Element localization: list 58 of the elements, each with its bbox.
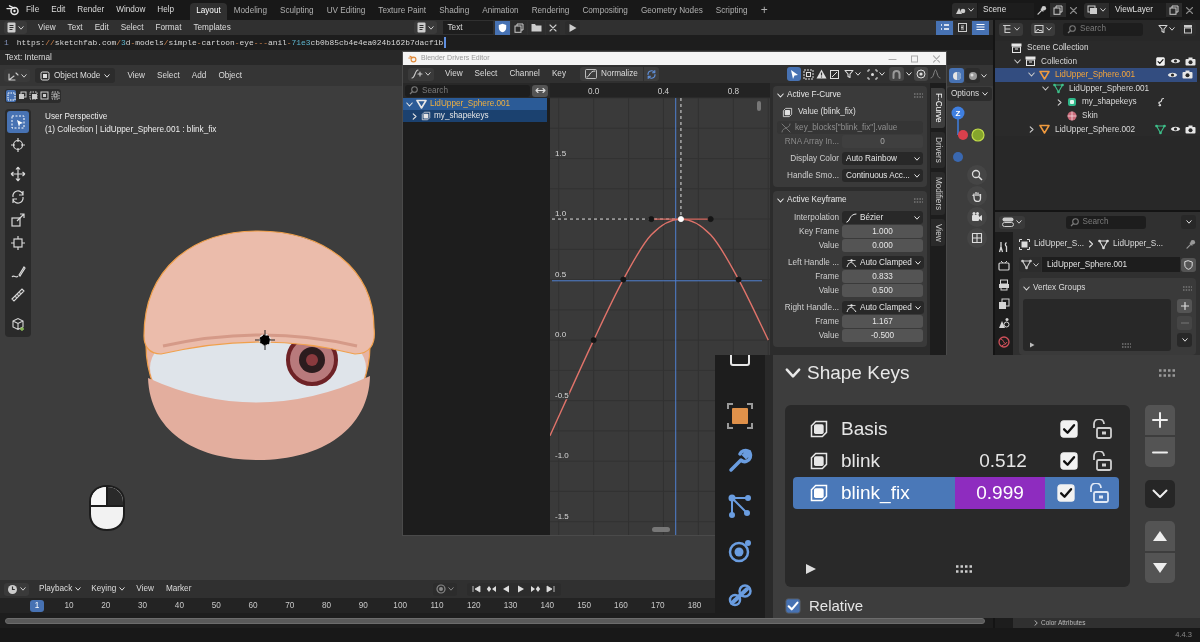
- field-label: Frame: [814, 271, 839, 282]
- frame-number: 40: [174, 600, 184, 611]
- axis-tick-label: 1.0: [555, 209, 567, 219]
- frame-number: 90: [358, 600, 368, 611]
- channel-name: LidUpper_Sphere.001: [430, 99, 511, 109]
- axis-tick-label: 0.4: [657, 87, 670, 96]
- outliner-item-name: my_shapekeys: [1082, 97, 1137, 107]
- outliner-item-name: LidUpper_Sphere.002: [1055, 124, 1136, 135]
- field-label: Value: [817, 330, 839, 341]
- checkbox-label: Relative: [809, 597, 864, 615]
- shape-key-name: Basis: [841, 418, 889, 440]
- channel-name: Value (blink_fix): [798, 107, 856, 117]
- field-label: Right Handle...: [783, 302, 839, 313]
- field-label: Left Handle ...: [787, 257, 839, 268]
- frame-number: 130: [503, 600, 518, 611]
- frame-number: 160: [614, 600, 628, 611]
- channel-name: my_shapekeys: [434, 111, 489, 121]
- axis-tick-label: 1.5: [555, 148, 567, 158]
- field-label: RNA Array In...: [783, 136, 839, 147]
- outliner-item-name: LidUpper_Sphere.001: [1055, 70, 1136, 80]
- field-label: Frame: [814, 316, 839, 327]
- frame-number: 70: [285, 600, 295, 611]
- frame-number: 170: [650, 600, 665, 611]
- field-label: Key Frame: [797, 226, 839, 237]
- axis-tick-label: 0.5: [555, 269, 567, 279]
- outliner-item-name: Scene Collection: [1027, 43, 1089, 53]
- frame-number: 20: [101, 600, 111, 611]
- field-label: Handle Smo...: [786, 170, 839, 181]
- field-label: Interpolation: [792, 212, 839, 223]
- frame-number: 150: [577, 600, 591, 611]
- outliner-item-name: Skin: [1082, 111, 1098, 121]
- frame-number: 110: [430, 600, 444, 611]
- footer-text: Text: Internal: [5, 52, 52, 63]
- field-label: Display Color: [789, 153, 839, 164]
- view-name: User Perspective: [45, 111, 109, 123]
- frame-number: 100: [393, 600, 407, 611]
- field-label: Value: [817, 240, 839, 251]
- frame-number: 180: [687, 600, 702, 611]
- breadcrumb-item: LidUpper_S...: [1034, 239, 1085, 249]
- frame-number: 30: [138, 600, 148, 611]
- frame-number: 140: [540, 600, 555, 611]
- shape-key-name: blink_fix: [841, 482, 911, 504]
- frame-number: 10: [64, 600, 74, 611]
- breadcrumb-item: LidUpper_S...: [1113, 239, 1164, 249]
- frame-number: 50: [211, 600, 221, 611]
- frame-number: 80: [322, 600, 332, 611]
- frame-number: 60: [248, 600, 258, 611]
- outliner-item-name: Collection: [1041, 56, 1077, 67]
- view-info: (1) Collection | LidUpper_Sphere.001 : blink_fix: [45, 124, 217, 136]
- outliner-item-name: LidUpper_Sphere.001: [1069, 83, 1150, 94]
- shape-key-name: blink: [841, 450, 882, 472]
- field-label: Value: [817, 285, 839, 296]
- axis-tick-label: -1.0: [555, 451, 569, 461]
- axis-tick-label: -1.5: [555, 511, 569, 521]
- axis-tick-label: 0.8: [727, 87, 740, 96]
- axis-tick-label: 0.0: [587, 87, 600, 96]
- frame-number: 120: [466, 600, 481, 611]
- axis-tick-label: 0.0: [555, 330, 567, 340]
